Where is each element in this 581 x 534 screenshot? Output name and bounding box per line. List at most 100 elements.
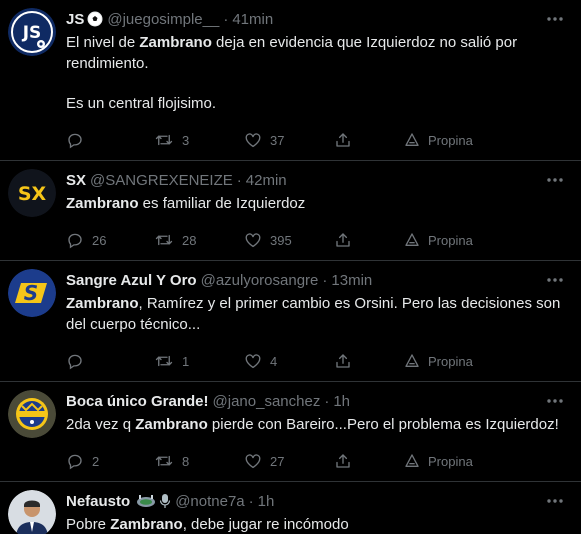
share-button[interactable]: [334, 131, 404, 149]
author-name[interactable]: Boca único Grande!: [66, 393, 209, 410]
tweet-paragraph: 2da vez q Zambrano pierde con Bareiro...…: [66, 414, 565, 435]
promote-button[interactable]: Propina: [404, 232, 473, 248]
like-button[interactable]: 395: [244, 231, 334, 249]
highlighted-keyword: Zambrano: [139, 34, 212, 51]
tweet-item[interactable]: JS JS @juegosimple__ · 41min El nivel de Zamb…: [0, 0, 581, 161]
author-name[interactable]: Sangre Azul Y Oro: [66, 272, 197, 289]
author-handle[interactable]: @juegosimple__: [107, 11, 219, 28]
timestamp[interactable]: 1h: [258, 493, 275, 510]
retweet-icon: [154, 452, 174, 470]
author-handle[interactable]: @notne7a: [175, 493, 244, 510]
tweet-text: El nivel de Zambrano deja en evidencia q…: [66, 32, 565, 114]
promote-button[interactable]: Propina: [404, 453, 473, 469]
separator-dot: ·: [322, 271, 328, 289]
tweet-header: Sangre Azul Y Oro @azulyorosangre · 13min: [66, 271, 565, 289]
like-icon: [244, 352, 262, 370]
avatar[interactable]: [8, 490, 56, 534]
tweet-header: SX @SANGREXENEIZE · 42min: [66, 171, 565, 189]
retweets-count: 3: [182, 132, 190, 148]
author-handle[interactable]: @SANGREXENEIZE: [90, 172, 233, 189]
tweet-item[interactable]: S Sangre Azul Y Oro @azulyorosangre · 13min Z…: [0, 261, 581, 382]
author-handle[interactable]: @jano_sanchez: [213, 393, 321, 410]
more-icon[interactable]: [545, 271, 565, 289]
tweet-feed: JS JS @juegosimple__ · 41min El nivel de Zamb…: [0, 0, 581, 534]
soccer-ball-emoji: [87, 11, 103, 27]
tweet-header: Nefausto @notne7a · 1h: [66, 492, 565, 510]
share-icon: [334, 231, 352, 249]
retweet-button[interactable]: 1: [154, 352, 244, 370]
retweet-button[interactable]: 28: [154, 231, 244, 249]
more-icon[interactable]: [545, 392, 565, 410]
retweets-count: 1: [182, 353, 190, 369]
more-icon[interactable]: [545, 171, 565, 189]
promote-button[interactable]: Propina: [404, 353, 473, 369]
share-icon: [334, 452, 352, 470]
avatar[interactable]: S: [8, 269, 56, 317]
reply-icon: [66, 352, 84, 370]
separator-dot: ·: [236, 171, 242, 189]
like-icon: [244, 131, 262, 149]
tweet-paragraph: El nivel de Zambrano deja en evidencia q…: [66, 32, 565, 74]
likes-count: 37: [270, 132, 285, 148]
like-icon: [244, 231, 262, 249]
author-name[interactable]: JS: [66, 11, 84, 28]
promote-icon: [404, 453, 420, 469]
tweet-text: Zambrano es familiar de Izquierdoz: [66, 193, 565, 214]
timestamp[interactable]: 42min: [246, 172, 287, 189]
more-icon[interactable]: [545, 492, 565, 510]
retweet-button[interactable]: 3: [154, 131, 244, 149]
share-icon: [334, 131, 352, 149]
replies-count: 26: [92, 232, 107, 248]
author-handle[interactable]: @azulyorosangre: [201, 272, 319, 289]
tweet-actions: 26 28 395 Propina: [66, 220, 565, 260]
reply-button[interactable]: 2: [66, 452, 154, 470]
tweet-paragraph: Pobre Zambrano, debe jugar re incómodo: [66, 514, 565, 534]
highlighted-keyword: Zambrano: [66, 195, 139, 212]
avatar[interactable]: JS: [8, 8, 56, 56]
promote-icon: [404, 132, 420, 148]
text-segment: , debe jugar re incómodo: [182, 516, 349, 533]
retweet-button[interactable]: 8: [154, 452, 244, 470]
text-segment: Es un central flojisimo.: [66, 95, 217, 112]
share-icon: [334, 352, 352, 370]
text-segment: Pobre: [66, 516, 111, 533]
share-button[interactable]: [334, 352, 404, 370]
timestamp[interactable]: 1h: [333, 393, 350, 410]
avatar[interactable]: [8, 390, 56, 438]
replies-count: 2: [92, 453, 100, 469]
tweet-header: JS @juegosimple__ · 41min: [66, 10, 565, 28]
author-name[interactable]: SX: [66, 172, 86, 189]
promote-label: Propina: [428, 353, 473, 369]
highlighted-keyword: Zambrano: [110, 516, 183, 533]
like-button[interactable]: 4: [244, 352, 334, 370]
text-segment: es familiar de Izquierdoz: [138, 195, 306, 212]
promote-button[interactable]: Propina: [404, 132, 473, 148]
tweet-text: Zambrano, Ramírez y el primer cambio es …: [66, 293, 565, 335]
tweet-header: Boca único Grande! @jano_sanchez · 1h: [66, 392, 565, 410]
timestamp[interactable]: 41min: [232, 11, 273, 28]
tweet-actions: 1 4 Propina: [66, 341, 565, 381]
share-button[interactable]: [334, 231, 404, 249]
like-button[interactable]: 27: [244, 452, 334, 470]
tweet-text: 2da vez q Zambrano pierde con Bareiro...…: [66, 414, 565, 435]
tweet-item[interactable]: SX SX @SANGREXENEIZE · 42min Zambrano es fami…: [0, 161, 581, 261]
text-segment: pierde con Bareiro...Pero el problema es…: [207, 416, 559, 433]
like-icon: [244, 452, 262, 470]
microphone-emoji: [159, 493, 171, 509]
likes-count: 395: [270, 232, 292, 248]
more-icon[interactable]: [545, 10, 565, 28]
reply-button[interactable]: 26: [66, 231, 154, 249]
reply-icon: [66, 131, 84, 149]
share-button[interactable]: [334, 452, 404, 470]
tweet-item[interactable]: Boca único Grande! @jano_sanchez · 1h 2da ve…: [0, 382, 581, 482]
reply-button[interactable]: [66, 131, 154, 149]
promote-icon: [404, 232, 420, 248]
avatar[interactable]: SX: [8, 169, 56, 217]
tweet-item[interactable]: Nefausto @notne7a · 1h Pobre Zambrano, debe …: [0, 482, 581, 534]
timestamp[interactable]: 13min: [331, 272, 372, 289]
reply-icon: [66, 452, 84, 470]
like-button[interactable]: 37: [244, 131, 334, 149]
retweet-icon: [154, 231, 174, 249]
author-name[interactable]: Nefausto: [66, 493, 130, 510]
reply-button[interactable]: [66, 352, 154, 370]
